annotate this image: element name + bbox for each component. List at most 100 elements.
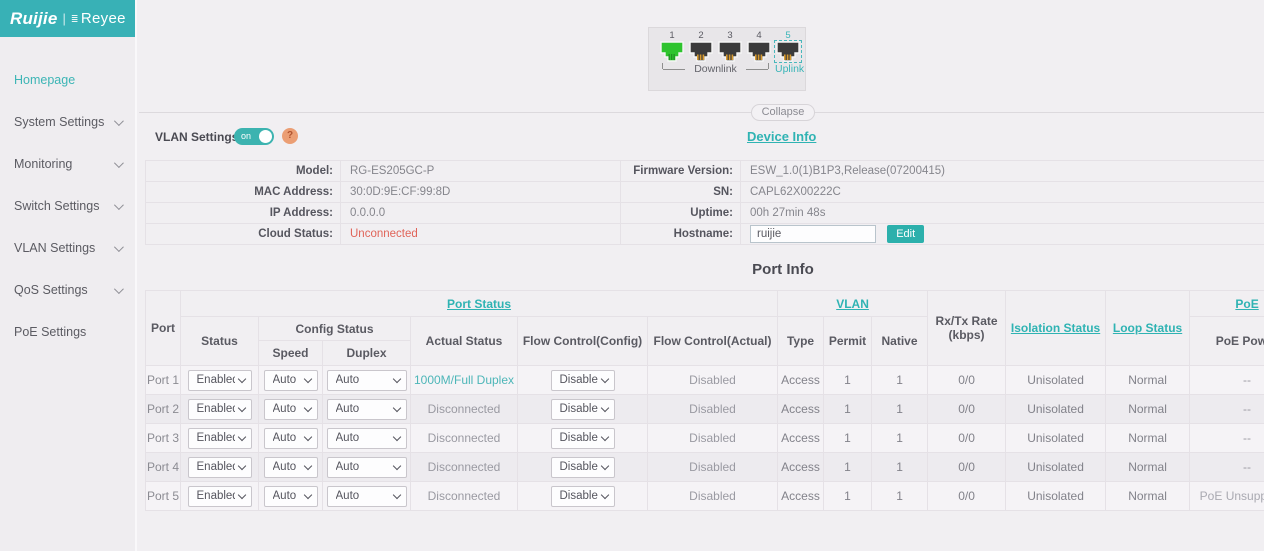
- downlink-bracket: Downlink: [662, 63, 769, 75]
- vlan-link[interactable]: VLAN: [836, 297, 869, 311]
- rxtx-line2: (kbps): [930, 328, 1003, 342]
- port-number: 2: [688, 30, 714, 41]
- isolation-status-value: Unisolated: [1006, 453, 1106, 482]
- chevron-down-icon: [114, 116, 124, 126]
- col-header-port: Port: [146, 291, 181, 366]
- table-row: Cloud Status: Unconnected Hostname: Edit: [146, 224, 1264, 245]
- speed-select-wrap: Auto: [264, 457, 318, 478]
- flow-control-actual-value: Disabled: [648, 366, 778, 395]
- duplex-select-wrap: Auto: [327, 399, 407, 420]
- rj45-port-icon[interactable]: [688, 41, 714, 62]
- sidebar-item-poe-settings[interactable]: PoE Settings: [0, 311, 135, 353]
- rj45-port-icon[interactable]: [717, 41, 743, 62]
- loop-status-value: Normal: [1106, 366, 1190, 395]
- chevron-down-icon: [114, 158, 124, 168]
- group-header-poe: PoE: [1190, 291, 1264, 317]
- rxtx-rate-value: 0/0: [928, 482, 1006, 511]
- col-header-speed: Speed: [259, 341, 323, 366]
- port-info-title: Port Info: [720, 261, 846, 278]
- speed-select-wrap: Auto: [264, 428, 318, 449]
- group-header-config-status: Config Status: [259, 317, 411, 341]
- rj45-port-icon-uplink-selected[interactable]: [775, 41, 801, 62]
- rj45-port-icon-connected[interactable]: [659, 41, 685, 62]
- flow-control-select[interactable]: Disabled: [551, 486, 615, 507]
- duplex-select[interactable]: Auto: [327, 370, 407, 391]
- poe-power-value: --: [1190, 366, 1264, 395]
- cloud-status-value: Unconnected: [341, 224, 621, 245]
- collapse-button[interactable]: Collapse: [751, 104, 815, 121]
- sidebar-item-qos-settings[interactable]: QoS Settings: [0, 269, 135, 311]
- status-select[interactable]: Enabled: [188, 428, 252, 449]
- sidebar-item-monitoring[interactable]: Monitoring: [0, 143, 135, 185]
- duplex-select[interactable]: Auto: [327, 399, 407, 420]
- table-row-port-5: Port 5 Enabled Auto Auto Disconnected Di…: [146, 482, 1264, 511]
- sidebar-item-label: Switch Settings: [14, 185, 99, 227]
- duplex-select[interactable]: Auto: [327, 486, 407, 507]
- device-info-link[interactable]: Device Info: [747, 129, 816, 144]
- flow-control-select[interactable]: Disabled: [551, 457, 615, 478]
- header-row-groups: Port Port Status VLAN Rx/Tx Rate (kbps) …: [146, 291, 1264, 317]
- hostname-input[interactable]: [750, 225, 876, 243]
- flow-control-select[interactable]: Disabled: [551, 370, 615, 391]
- duplex-select[interactable]: Auto: [327, 457, 407, 478]
- sidebar-item-system-settings[interactable]: System Settings: [0, 101, 135, 143]
- vlan-permit-value: 1: [824, 482, 872, 511]
- port-icon-row: [659, 41, 805, 62]
- speed-select[interactable]: Auto: [264, 428, 318, 449]
- flow-control-actual-value: Disabled: [648, 453, 778, 482]
- reyee-wordmark: Reyee: [81, 10, 126, 27]
- uplink-label: Uplink: [775, 63, 804, 75]
- mac-label: MAC Address:: [146, 182, 341, 203]
- speed-select[interactable]: Auto: [264, 370, 318, 391]
- brand-logo: Ruijie | ≣ Reyee: [0, 0, 135, 37]
- downlink-label: Downlink: [694, 63, 737, 75]
- flow-control-select[interactable]: Disabled: [551, 399, 615, 420]
- sidebar-item-vlan-settings[interactable]: VLAN Settings: [0, 227, 135, 269]
- status-select[interactable]: Enabled: [188, 486, 252, 507]
- speed-select[interactable]: Auto: [264, 457, 318, 478]
- vlan-native-value: 1: [872, 366, 928, 395]
- col-header-actual-status: Actual Status: [411, 317, 518, 366]
- vlan-permit-value: 1: [824, 453, 872, 482]
- vlan-permit-value: 1: [824, 395, 872, 424]
- flow-control-select[interactable]: Disabled: [551, 428, 615, 449]
- vlan-settings-toggle[interactable]: on: [234, 128, 274, 145]
- rxtx-rate-value: 0/0: [928, 453, 1006, 482]
- poe-link[interactable]: PoE: [1235, 297, 1258, 311]
- loop-status-link[interactable]: Loop Status: [1113, 321, 1182, 335]
- port-number: 3: [717, 30, 743, 41]
- vlan-type-value: Access: [778, 366, 824, 395]
- speed-select[interactable]: Auto: [264, 399, 318, 420]
- sidebar-item-homepage[interactable]: Homepage: [0, 59, 135, 101]
- duplex-select[interactable]: Auto: [327, 428, 407, 449]
- vlan-native-value: 1: [872, 453, 928, 482]
- status-select[interactable]: Enabled: [188, 457, 252, 478]
- rj45-port-icon[interactable]: [746, 41, 772, 62]
- sidebar-item-label: System Settings: [14, 101, 104, 143]
- group-header-vlan: VLAN: [778, 291, 928, 317]
- loop-status-value: Normal: [1106, 453, 1190, 482]
- logo-separator: |: [63, 11, 66, 26]
- flow-control-select-wrap: Disabled: [551, 457, 615, 478]
- help-icon[interactable]: ?: [282, 128, 298, 144]
- poe-power-value: --: [1190, 453, 1264, 482]
- flow-control-select-wrap: Disabled: [551, 370, 615, 391]
- status-select[interactable]: Enabled: [188, 399, 252, 420]
- vlan-type-value: Access: [778, 395, 824, 424]
- sidebar-item-switch-settings[interactable]: Switch Settings: [0, 185, 135, 227]
- poe-power-value: --: [1190, 395, 1264, 424]
- isolation-status-link[interactable]: Isolation Status: [1011, 321, 1100, 335]
- firmware-value: ESW_1.0(1)B1P3,Release(07200415): [741, 161, 1264, 182]
- actual-status-value: Disconnected: [411, 482, 518, 511]
- flow-control-select-wrap: Disabled: [551, 428, 615, 449]
- ruijie-wordmark: Ruijie: [10, 9, 58, 29]
- edit-button[interactable]: Edit: [887, 225, 924, 243]
- status-select[interactable]: Enabled: [188, 370, 252, 391]
- model-value: RG-ES205GC-P: [341, 161, 621, 182]
- chevron-down-icon: [114, 200, 124, 210]
- port-status-link[interactable]: Port Status: [447, 297, 511, 311]
- speed-select[interactable]: Auto: [264, 486, 318, 507]
- ip-value: 0.0.0.0: [341, 203, 621, 224]
- group-header-port-status: Port Status: [181, 291, 778, 317]
- col-header-loop-status: Loop Status: [1106, 291, 1190, 366]
